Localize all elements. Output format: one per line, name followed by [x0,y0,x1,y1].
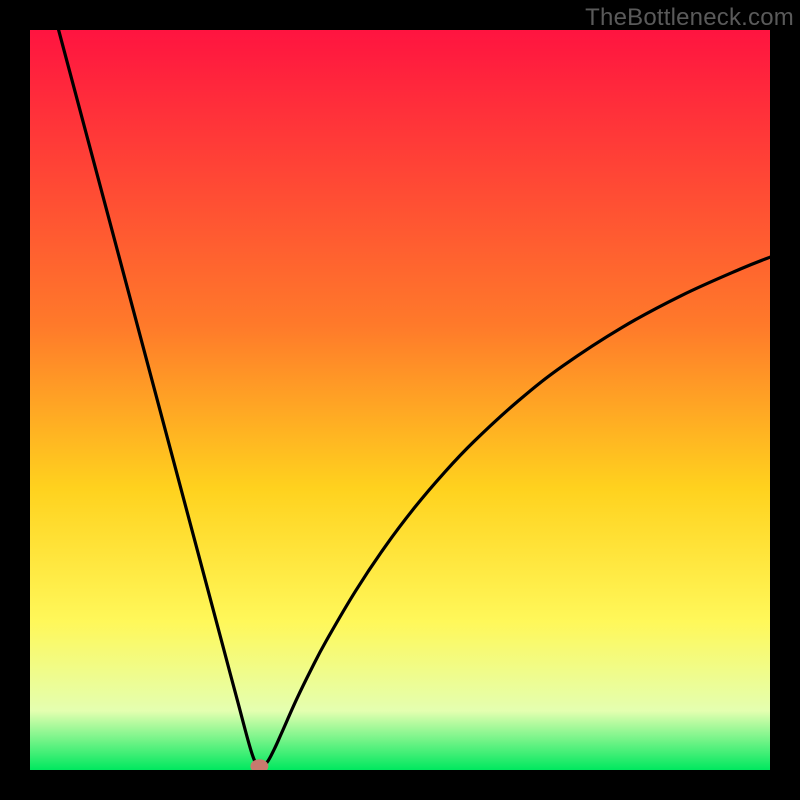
chart-frame [30,30,770,770]
gradient-background [30,30,770,770]
bottleneck-chart [30,30,770,770]
watermark-text: TheBottleneck.com [585,4,794,32]
